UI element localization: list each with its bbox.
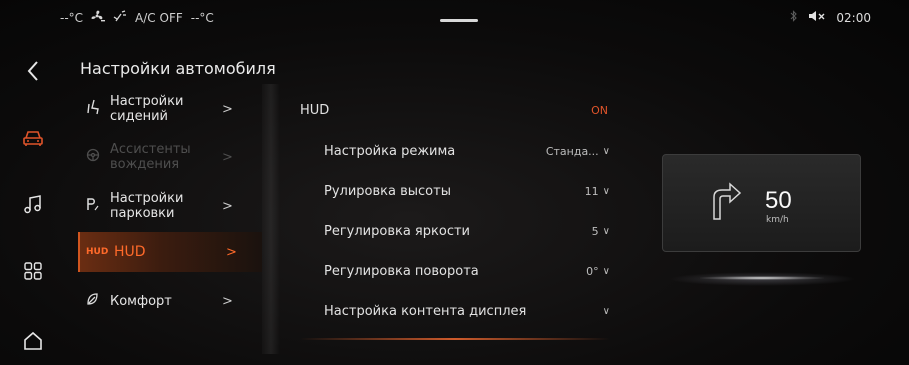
car-settings-screen: --°C A/C OFF --°C 02:00 Настройки автомо… xyxy=(0,0,909,365)
home-icon[interactable] xyxy=(18,326,48,356)
chevron-down-icon: ∨ xyxy=(602,185,610,197)
brightness-setting-row[interactable]: Регулировка яркости 5 ∨ xyxy=(300,213,620,249)
seat-icon xyxy=(82,99,104,119)
setting-label: Настройка контента дисплея xyxy=(324,303,527,319)
airflow-icon[interactable] xyxy=(113,10,127,25)
list-bottom-glow xyxy=(300,338,610,340)
category-comfort[interactable]: Комфорт > xyxy=(76,280,262,322)
status-right: 02:00 xyxy=(790,10,871,25)
setting-value: Станда... xyxy=(545,144,599,158)
temp-left[interactable]: --°C xyxy=(60,11,83,25)
category-driving-assistants[interactable]: Ассистенты вождения > xyxy=(76,136,262,178)
setting-value: 5 xyxy=(591,224,599,238)
hud-speed: 50 xyxy=(765,187,792,214)
category-label: Ассистенты вождения xyxy=(110,142,191,172)
hud-speed-unit: km/h xyxy=(766,215,789,225)
chevron-right-icon: > xyxy=(222,149,233,165)
setting-dropdown[interactable]: Станда... ∨ xyxy=(546,145,610,158)
setting-label: Настройка режима xyxy=(324,143,456,159)
category-parking-settings[interactable]: Настройки парковки > xyxy=(76,185,262,227)
chevron-right-icon: > xyxy=(222,198,233,214)
chevron-down-icon: ∨ xyxy=(602,225,610,237)
hud-label: HUD xyxy=(300,102,330,118)
left-nav xyxy=(0,38,66,365)
setting-dropdown[interactable]: ∨ xyxy=(599,306,610,317)
hud-icon: HUD xyxy=(86,247,109,257)
parking-icon xyxy=(82,197,104,215)
drag-handle[interactable] xyxy=(440,19,478,22)
category-label: Комфорт xyxy=(110,293,172,309)
fan-icon[interactable] xyxy=(91,10,106,25)
setting-label: Рулировка высоты xyxy=(324,183,451,199)
chevron-down-icon: ∨ xyxy=(602,265,610,277)
setting-label: Регулировка поворота xyxy=(324,263,479,279)
comfort-icon xyxy=(82,292,104,310)
rotation-setting-row[interactable]: Регулировка поворота 0° ∨ xyxy=(300,253,620,289)
car-icon[interactable] xyxy=(18,123,48,153)
status-bar: --°C A/C OFF --°C 02:00 xyxy=(0,0,909,38)
clock: 02:00 xyxy=(836,10,871,25)
setting-value: 11 xyxy=(584,184,599,198)
apps-grid-icon[interactable] xyxy=(18,256,48,286)
category-label: HUD xyxy=(114,243,146,260)
mode-setting-row[interactable]: Настройка режима Станда... ∨ xyxy=(300,133,620,169)
setting-value: 0° xyxy=(586,264,599,278)
height-setting-row[interactable]: Рулировка высоты 11 ∨ xyxy=(300,173,620,209)
ac-status[interactable]: A/C OFF xyxy=(135,11,183,25)
chevron-down-icon: ∨ xyxy=(602,145,610,157)
display-content-setting-row[interactable]: Настройка контента дисплея ∨ xyxy=(300,293,620,329)
climate-bar[interactable]: --°C A/C OFF --°C xyxy=(60,10,214,25)
chevron-down-icon: ∨ xyxy=(602,305,610,317)
page-title: Настройки автомобиля xyxy=(80,59,276,78)
setting-dropdown[interactable]: 0° ∨ xyxy=(586,265,610,278)
music-icon[interactable] xyxy=(18,190,48,220)
volume-mute-icon[interactable] xyxy=(808,10,826,25)
category-hud[interactable]: HUD HUD > xyxy=(78,232,262,272)
bluetooth-icon xyxy=(790,10,798,25)
setting-label: Регулировка яркости xyxy=(324,223,470,239)
steering-wheel-icon xyxy=(82,148,104,166)
chevron-right-icon: > xyxy=(222,101,233,117)
category-label: Настройки сидений xyxy=(110,94,184,124)
setting-dropdown[interactable]: 5 ∨ xyxy=(592,225,610,238)
hud-preview: 50 km/h xyxy=(662,154,861,252)
hud-toggle[interactable]: ON xyxy=(591,104,608,117)
hud-projection-beam xyxy=(700,276,824,280)
setting-dropdown[interactable]: 11 ∨ xyxy=(585,185,610,198)
hud-toggle-row[interactable]: HUD ON xyxy=(300,92,620,128)
category-seat-settings[interactable]: Настройки сидений > xyxy=(76,88,262,130)
turn-right-arrow-icon xyxy=(708,179,742,221)
chevron-right-icon: > xyxy=(222,293,233,309)
panel-divider xyxy=(262,84,280,354)
temp-right[interactable]: --°C xyxy=(191,11,214,25)
category-label: Настройки парковки xyxy=(110,191,184,221)
back-arrow-icon[interactable] xyxy=(18,56,48,86)
chevron-right-icon: > xyxy=(226,244,237,260)
